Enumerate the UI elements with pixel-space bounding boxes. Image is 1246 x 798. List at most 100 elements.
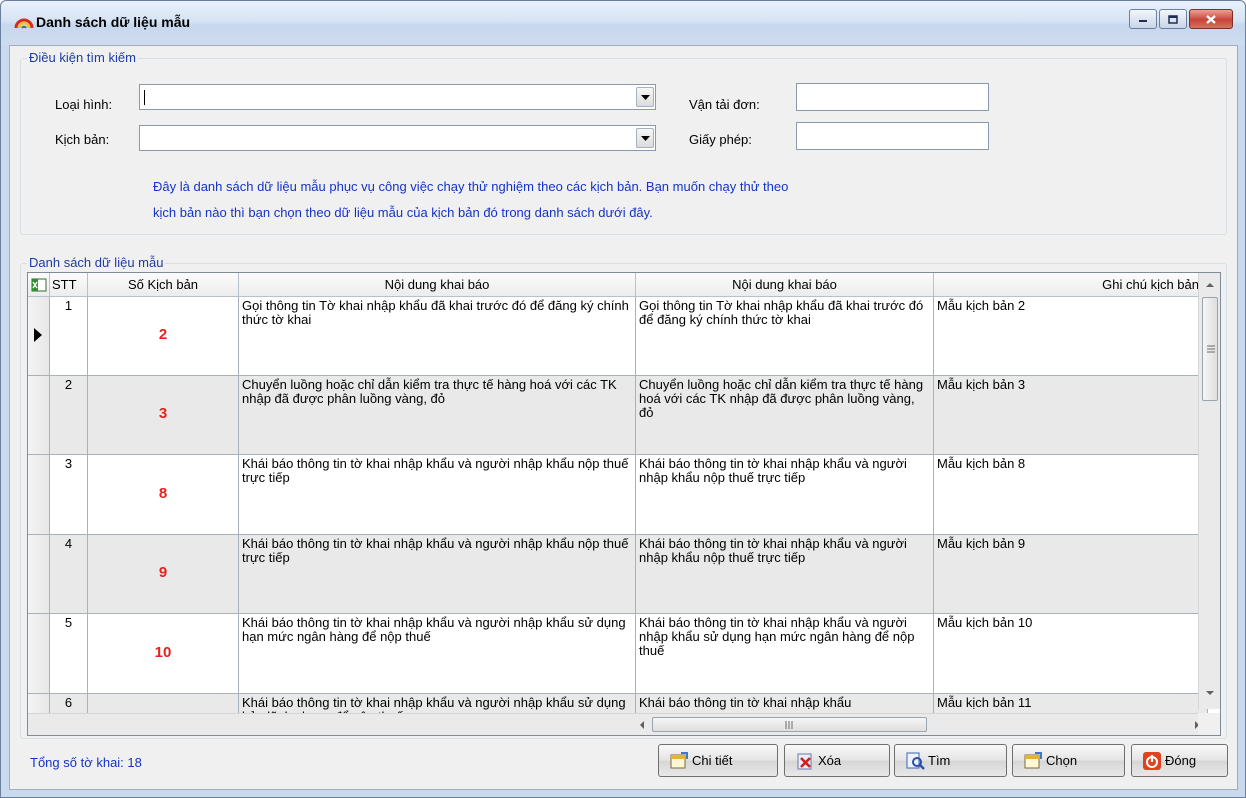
horizontal-scrollbar[interactable] [28,713,1208,735]
current-row-arrow-icon [34,328,42,342]
cell-so-kich-ban: 3 [88,376,239,455]
scenario-number: 2 [158,326,168,343]
col-header-so-kich-ban[interactable]: Số Kịch bản [88,273,239,297]
cell-so-kich-ban: 2 [88,297,239,376]
sample-data-list-legend: Danh sách dữ liệu mẫu [27,255,166,270]
close-window-button[interactable] [1189,9,1233,29]
cell-stt: 1 [50,297,88,376]
kich-ban-combobox[interactable] [139,125,656,151]
delete-icon [797,753,812,769]
cell-ghi-chu: Mẫu kịch bản 10 [934,614,1208,694]
select-icon [1024,751,1042,768]
delete-button-label: Xóa [818,753,842,768]
table-row[interactable]: 2 3 Chuyển luồng hoặc chỉ dẫn kiểm tra t… [28,376,1208,455]
maximize-button[interactable] [1159,9,1187,29]
kich-ban-dropdown-button[interactable] [636,128,654,148]
search-conditions-legend: Điều kiện tìm kiếm [27,50,138,65]
info-text-line2: kịch bản nào thì bạn chọn theo dữ liệu m… [153,205,653,220]
kich-ban-label: Kịch bản: [55,132,110,147]
table-row[interactable]: 4 9 Khái báo thông tin tờ khai nhập khẩu… [28,535,1208,614]
maximize-icon [1168,14,1178,24]
scroll-up-arrow-icon[interactable] [1199,276,1221,294]
van-tai-don-label: Vận tải đơn: [689,97,760,112]
main-window: Danh sách dữ liệu mẫu Điều kiện tìm kiếm… [0,0,1246,798]
cell-stt: 5 [50,614,88,694]
search-conditions-group: Điều kiện tìm kiếm Loại hình: Kịch bản: … [20,50,1227,235]
scenario-number: 3 [158,405,168,422]
scrollbar-corner [1198,713,1220,735]
scroll-down-arrow-icon[interactable] [1199,684,1221,702]
window-controls [1129,9,1233,29]
rainbow-app-icon [14,18,34,29]
cell-ghi-chu: Mẫu kịch bản 3 [934,376,1208,455]
cell-noi-dung-1: Gọi thông tin Tờ khai nhập khẩu đã khai … [239,297,636,376]
cell-noi-dung-2: Khái báo thông tin tờ khai nhập khẩu và … [636,455,934,535]
vertical-scrollbar[interactable] [1198,273,1220,709]
close-button-label: Đóng [1165,753,1197,768]
loai-hinh-label: Loại hình: [55,97,113,112]
cell-ghi-chu: Mẫu kịch bản 9 [934,535,1208,614]
search-button-label: Tìm [928,753,951,768]
vertical-scroll-thumb[interactable] [1202,297,1218,401]
table-row[interactable]: 5 10 Khái báo thông tin tờ khai nhập khẩ… [28,614,1208,694]
cell-noi-dung-1: Khái báo thông tin tờ khai nhập khẩu và … [239,535,636,614]
row-selector-current[interactable] [28,297,50,376]
cell-noi-dung-2: Khái báo thông tin tờ khai nhập khẩu và … [636,614,934,694]
cell-ghi-chu: Mẫu kịch bản 2 [934,297,1208,376]
loai-hinh-dropdown-button[interactable] [636,87,654,107]
cell-noi-dung-1: Khái báo thông tin tờ khai nhập khẩu và … [239,455,636,535]
close-icon [1206,14,1216,24]
select-button-label: Chọn [1046,753,1078,768]
chevron-down-icon [640,135,650,141]
cell-so-kich-ban: 9 [88,535,239,614]
scenario-number: 10 [154,643,172,661]
window-title: Danh sách dữ liệu mẫu [36,14,191,30]
col-header-noi-dung-2[interactable]: Nội dung khai báo [636,273,934,297]
detail-button-label: Chi tiết [692,753,733,768]
row-selector[interactable] [28,455,50,535]
col-header-noi-dung-1[interactable]: Nội dung khai báo [239,273,636,297]
cell-noi-dung-2: Chuyển luồng hoặc chỉ dẫn kiểm tra thực … [636,376,934,455]
van-tai-don-input[interactable] [796,83,989,111]
cell-so-kich-ban: 8 [88,455,239,535]
table-row[interactable]: 3 8 Khái báo thông tin tờ khai nhập khẩu… [28,455,1208,535]
cell-stt: 4 [50,535,88,614]
row-selector[interactable] [28,376,50,455]
select-button[interactable]: Chọn [1012,744,1125,777]
col-header-stt[interactable]: STT [50,273,88,297]
cell-noi-dung-2: Khái báo thông tin tờ khai nhập khẩu và … [636,535,934,614]
horizontal-scroll-thumb[interactable] [652,717,927,732]
minimize-button[interactable] [1129,9,1157,29]
minimize-icon [1139,20,1147,22]
row-selector[interactable] [28,535,50,614]
total-count-label: Tổng số tờ khai: 18 [30,755,142,770]
loai-hinh-combobox[interactable] [139,84,656,110]
cell-ghi-chu: Mẫu kịch bản 8 [934,455,1208,535]
search-button[interactable]: Tìm [894,744,1007,777]
search-icon [906,752,925,770]
close-button[interactable]: Đóng [1131,744,1228,777]
dialog-body: Điều kiện tìm kiếm Loại hình: Kịch bản: … [9,45,1238,790]
detail-button[interactable]: Chi tiết [658,744,778,777]
title-bar: Danh sách dữ liệu mẫu [1,1,1245,45]
power-icon [1143,751,1161,770]
giay-phep-input[interactable] [796,122,989,150]
col-header-ghi-chu[interactable]: Ghi chú kịch bản [934,273,1208,297]
chevron-down-icon [640,94,650,100]
sample-data-grid[interactable]: STT Số Kịch bản Nội dung khai báo Nội du… [27,272,1221,736]
row-selector[interactable] [28,614,50,694]
scenario-number: 9 [158,564,168,581]
excel-icon [31,278,46,292]
scenario-number: 8 [158,484,168,502]
cell-noi-dung-2: Gọi thông tin Tờ khai nhập khẩu đã khai … [636,297,934,376]
text-caret [144,90,145,105]
table-row[interactable]: 1 2 Gọi thông tin Tờ khai nhập khẩu đã k… [28,297,1208,376]
scroll-left-arrow-icon[interactable] [633,714,651,736]
grip-icon [785,721,793,729]
cell-so-kich-ban: 10 [88,614,239,694]
cell-noi-dung-1: Khái báo thông tin tờ khai nhập khẩu và … [239,614,636,694]
info-text-line1: Đây là danh sách dữ liệu mẫu phục vụ côn… [153,179,789,194]
export-excel-header-button[interactable] [28,273,50,297]
delete-button[interactable]: Xóa [784,744,890,777]
detail-icon [670,751,688,768]
